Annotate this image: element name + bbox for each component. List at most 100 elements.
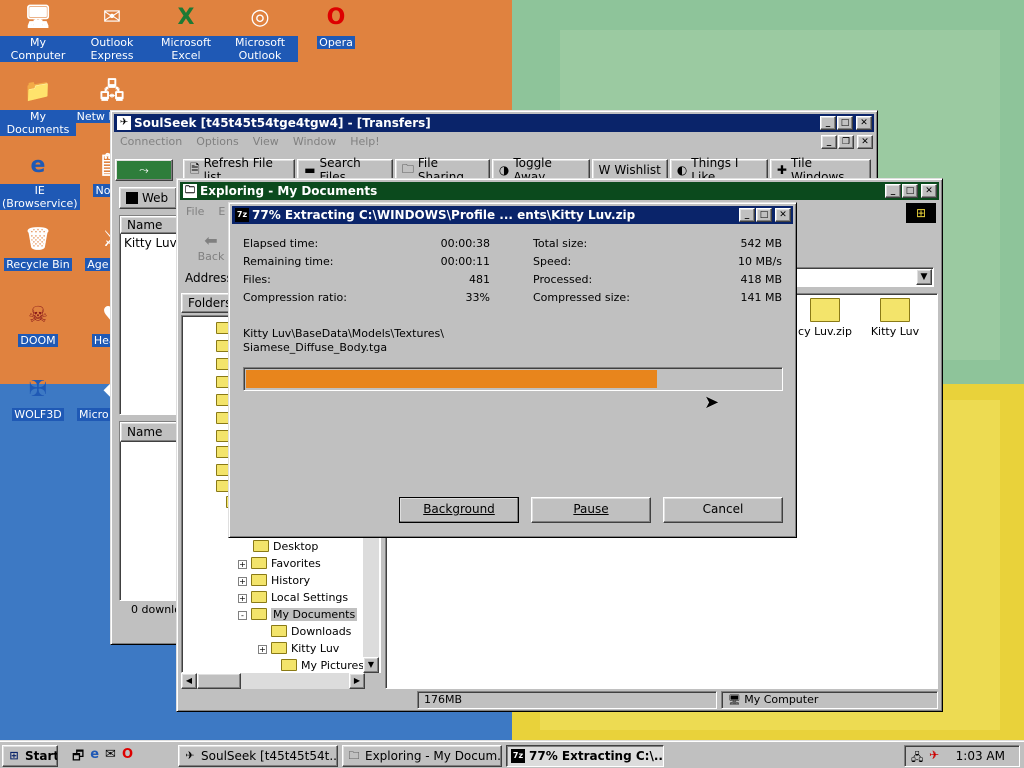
stat-label: Files:	[243, 273, 271, 286]
expand-toggle-icon[interactable]: -	[238, 611, 247, 620]
explorer-minimize-button[interactable]: _	[885, 184, 901, 198]
stat-label: Elapsed time:	[243, 237, 319, 250]
soulseek-titlebar[interactable]: ✈ SoulSeek [t45t45t54tge4tgw4] - [Transf…	[114, 114, 874, 132]
transfers-list[interactable]: Name Kitty Luv	[119, 215, 179, 415]
background-button[interactable]: Background	[399, 497, 519, 523]
desktop-icon-ie-browservice-[interactable]: e IE (Browservice)	[0, 150, 80, 210]
menu-item-help[interactable]: Help!	[350, 133, 380, 151]
explorer-close-button[interactable]: ✕	[921, 184, 937, 198]
desktop-icon-doom[interactable]: ☠ DOOM	[0, 300, 76, 347]
web-button[interactable]: Web	[119, 187, 177, 209]
excel-icon: X	[177, 5, 195, 30]
tray-network-icon[interactable]: 🖧	[911, 749, 923, 768]
menu-item-options[interactable]: Options	[196, 133, 238, 151]
folder-icon	[281, 659, 297, 671]
tree-item-kitty-luv[interactable]: + Kitty Luv	[258, 640, 339, 657]
extract-maximize-button[interactable]: □	[756, 208, 772, 222]
mdi-minimize-button[interactable]: _	[821, 135, 837, 149]
desktop-icon-outlook-express[interactable]: ✉ Outlook Express	[74, 2, 150, 62]
toggle-away-icon: ◑	[498, 163, 510, 177]
desktop-icon-wolf3d[interactable]: ✠ WOLF3D	[0, 374, 76, 421]
file-item-kitty-luv[interactable]: Kitty Luv	[860, 298, 930, 338]
desktop-icon-my-computer[interactable]: 🖥 My Computer	[0, 2, 76, 62]
7zip-icon: 7z	[235, 208, 249, 222]
address-dropdown-button[interactable]: ▼	[916, 269, 932, 285]
tree-item-favorites[interactable]: + Favorites	[238, 555, 321, 572]
close-button[interactable]: ✕	[856, 116, 872, 130]
expand-toggle-icon[interactable]: +	[238, 594, 247, 603]
tree-item-desktop[interactable]: Desktop	[240, 538, 318, 555]
desktop-icon-opera[interactable]: O Opera	[298, 2, 374, 49]
task-button-2[interactable]: 🗀 Exploring - My Docum...	[342, 745, 502, 767]
tree-scroll-left[interactable]: ◀	[181, 673, 197, 689]
wishlist-icon: W	[598, 163, 611, 177]
stat-value: 33%	[465, 291, 490, 304]
status-bar-zone: 🖥 My Computer	[721, 691, 938, 709]
folder-icon	[271, 625, 287, 637]
ie-quicklaunch-icon[interactable]: e	[90, 747, 99, 768]
system-tray: 🖧 ✈ 1:03 AM	[904, 745, 1020, 767]
desktop-icon-recycle-bin[interactable]: 🗑 Recycle Bin	[0, 224, 76, 271]
task-button-1[interactable]: ✈ SoulSeek [t45t45t54t...	[178, 745, 338, 767]
back-button[interactable]: ⬅ Back	[191, 231, 231, 263]
desktop-icon-microsoft-excel[interactable]: X Microsoft Excel	[148, 2, 224, 62]
desktop-icon-microsoft-outlook[interactable]: ◎ Microsoft Outlook	[222, 2, 298, 62]
transfer-row[interactable]: Kitty Luv	[120, 234, 178, 252]
tree-hscrollbar[interactable]: ◀ ▶	[181, 673, 365, 689]
file-item-zip[interactable]: cy Luv.zip	[790, 298, 860, 338]
name-column-header-2[interactable]: Name	[120, 422, 178, 442]
soulseek-status: 0 downlo	[131, 603, 181, 616]
extract-dialog[interactable]: 7z 77% Extracting C:\WINDOWS\Profile ...…	[228, 202, 797, 538]
folder-icon	[253, 540, 269, 552]
soulseek-icon: ✈	[185, 749, 195, 762]
menu-item-file[interactable]: File	[186, 203, 204, 221]
name-column-header[interactable]: Name	[120, 216, 178, 234]
tree-scroll-down[interactable]: ▼	[363, 657, 379, 673]
menu-item-connection[interactable]: Connection	[120, 133, 182, 151]
pause-button[interactable]: Pause	[531, 497, 651, 523]
tree-scroll-thumb[interactable]	[197, 673, 241, 689]
tree-item-my-documents[interactable]: - My Documents	[238, 606, 358, 623]
maximize-button[interactable]: □	[837, 116, 853, 130]
expand-toggle-icon[interactable]: +	[238, 560, 247, 569]
tree-item-downloads[interactable]: Downloads	[258, 623, 351, 640]
cancel-button[interactable]: Cancel	[663, 497, 783, 523]
taskbar: ⊞ Start 🗗 e ✉ O ✈ SoulSeek [t45t45t54t... 🗀…	[0, 740, 1024, 768]
my-computer-small-icon: 🖥	[728, 695, 741, 706]
menu-item-window[interactable]: Window	[293, 133, 336, 151]
tree-scroll-right[interactable]: ▶	[349, 673, 365, 689]
folder-icon	[251, 591, 267, 603]
tree-item-local-settings[interactable]: + Local Settings	[238, 589, 348, 606]
mdi-restore-button[interactable]: ❐	[838, 135, 854, 149]
stat-value: 00:00:38	[440, 237, 490, 250]
tray-soulseek-icon[interactable]: ✈	[929, 748, 939, 762]
tree-item-my-pictures[interactable]: My Pictures	[268, 657, 364, 674]
expand-toggle-icon[interactable]: +	[238, 577, 247, 586]
expand-toggle-icon[interactable]: +	[258, 645, 267, 654]
mdi-close-button[interactable]: ✕	[857, 135, 873, 149]
extract-titlebar[interactable]: 7z 77% Extracting C:\WINDOWS\Profile ...…	[232, 206, 793, 224]
tree-item-history[interactable]: + History	[238, 572, 310, 589]
search-files-icon: ▬	[304, 163, 316, 177]
soulseek-menubar: Connection Options View Window Help!	[114, 133, 874, 151]
start-button[interactable]: ⊞ Start	[2, 745, 58, 767]
uploads-list[interactable]: Name	[119, 421, 179, 601]
outlook-quicklaunch-icon[interactable]: ✉	[105, 747, 116, 768]
explorer-maximize-button[interactable]: □	[902, 184, 918, 198]
soulseek-icon: ✈	[117, 116, 131, 130]
extract-close-button[interactable]: ✕	[775, 208, 791, 222]
task-button-3[interactable]: 7z 77% Extracting C:\...	[506, 745, 664, 767]
extract-minimize-button[interactable]: _	[739, 208, 755, 222]
menu-item-e[interactable]: E	[218, 203, 225, 221]
explorer-titlebar[interactable]: 🗀 Exploring - My Documents _ □ ✕	[180, 182, 939, 200]
folder-icon	[251, 608, 267, 620]
wolf3d-icon: ✠	[28, 377, 48, 402]
explorer-icon: 🗀	[183, 184, 197, 198]
menu-item-view[interactable]: View	[253, 133, 279, 151]
show-desktop-icon[interactable]: 🗗	[72, 747, 84, 768]
opera-quicklaunch-icon[interactable]: O	[122, 747, 133, 768]
minimize-button[interactable]: _	[820, 116, 836, 130]
current-file-path: Kitty Luv\BaseData\Models\Textures\ Siam…	[243, 327, 444, 354]
soulseek-logo-button[interactable]: ⤳	[115, 159, 173, 181]
desktop-icon-my-documents[interactable]: 📁 My Documents	[0, 76, 76, 136]
